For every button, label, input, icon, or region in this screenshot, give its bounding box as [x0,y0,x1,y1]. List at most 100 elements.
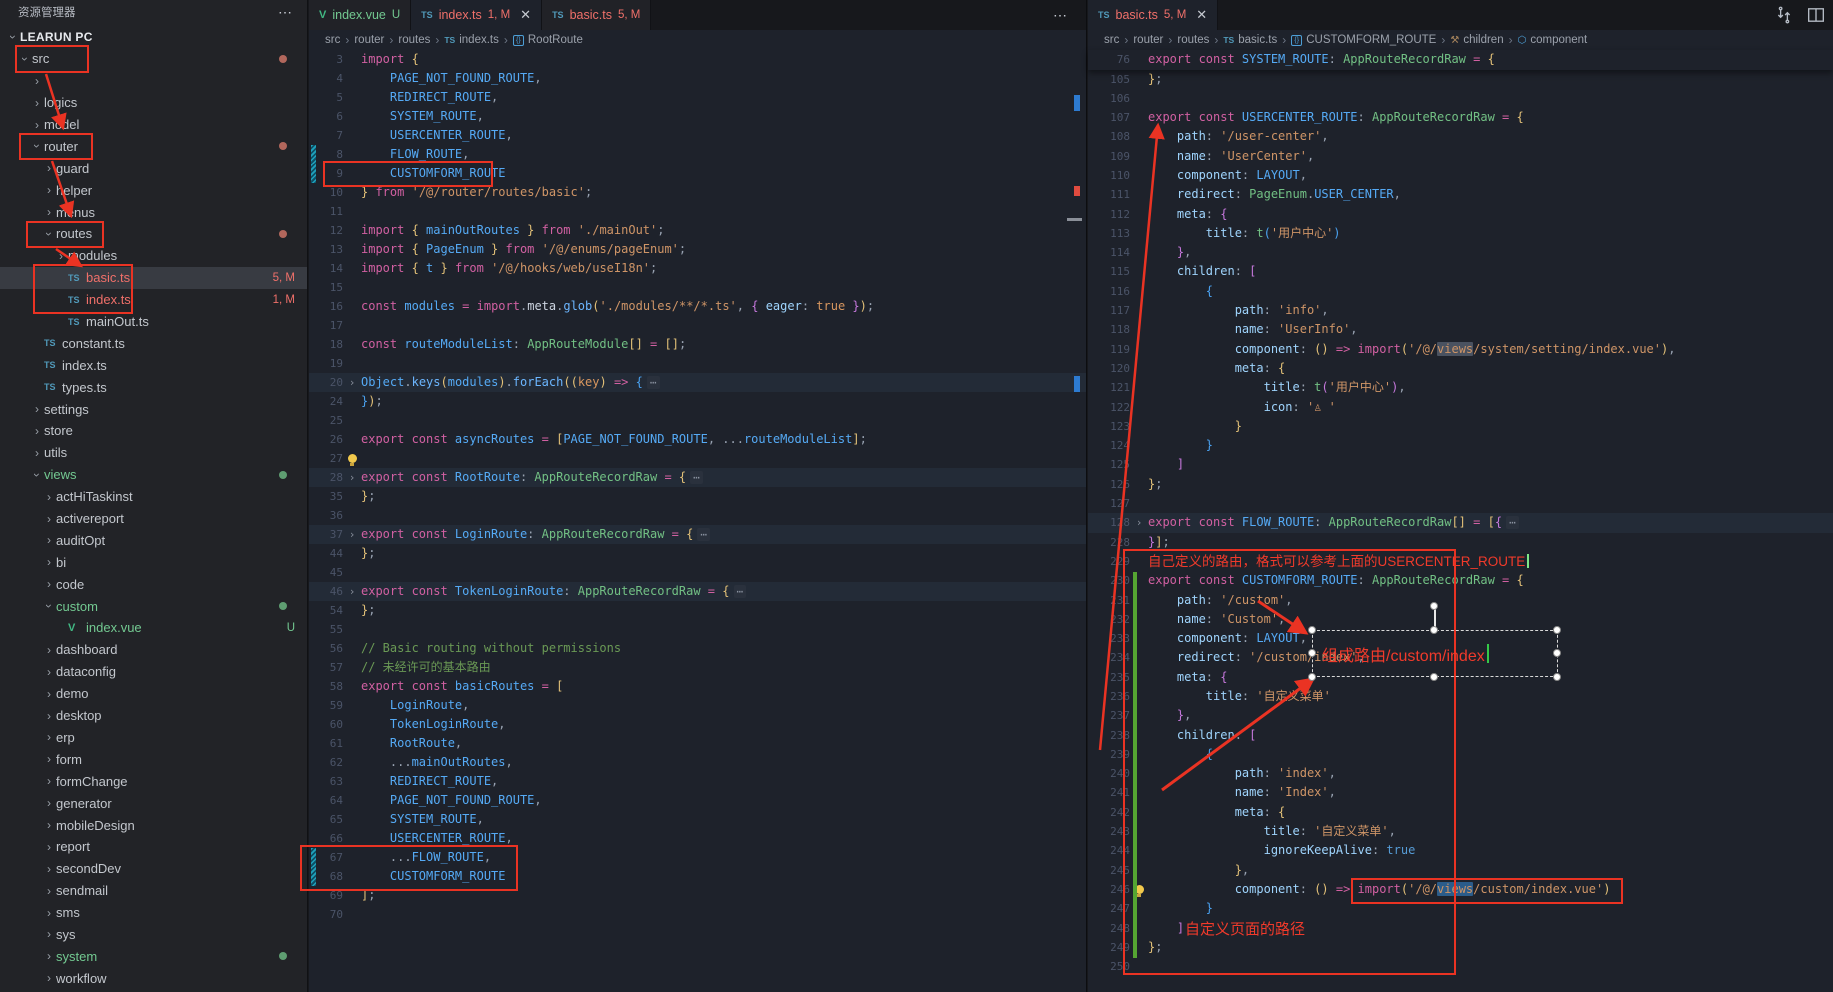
code-line-37[interactable]: 37›export const LoginRoute: AppRouteReco… [309,525,1086,544]
tree-item-router[interactable]: ›router [0,135,307,157]
code-line-118[interactable]: 118 name: 'UserInfo', [1088,320,1833,339]
code-line-240[interactable]: 240 path: 'index', [1088,764,1833,783]
tree-item-bi[interactable]: ›bi [0,551,307,573]
breadcrumb-item[interactable]: src [325,34,340,46]
code-line-64[interactable]: 64 PAGE_NOT_FOUND_ROUTE, [309,791,1086,810]
code-line-15[interactable]: 15 [309,278,1086,297]
code-line-116[interactable]: 116 { [1088,282,1833,301]
code-line-230[interactable]: 230export const CUSTOMFORM_ROUTE: AppRou… [1088,571,1833,590]
code-line-119[interactable]: 119 component: () => import('/@/views/sy… [1088,340,1833,359]
breadcrumb-item[interactable]: index.ts [459,34,499,46]
code-line-115[interactable]: 115 children: [ [1088,262,1833,281]
tree-item-secondDev[interactable]: ›secondDev [0,858,307,880]
tree-item-demo[interactable]: ›demo [0,683,307,705]
tree-item-basic.ts[interactable]: TSbasic.ts5, M [0,267,307,289]
editor-more-actions-button[interactable]: ⋯ [1053,0,1068,30]
tree-item-sms[interactable]: ›sms [0,902,307,924]
code-line-55[interactable]: 55 [309,620,1086,639]
code-line-241[interactable]: 241 name: 'Index', [1088,783,1833,802]
code-line-235[interactable]: 235 meta: { [1088,668,1833,687]
code-line-62[interactable]: 62 ...mainOutRoutes, [309,753,1086,772]
code-line-245[interactable]: 245 }, [1088,861,1833,880]
code-line-112[interactable]: 112 meta: { [1088,205,1833,224]
tree-item-src[interactable]: ›src [0,48,307,70]
tab-index.ts[interactable]: TSindex.ts1, M✕ [411,0,542,30]
tree-item-formChange[interactable]: ›formChange [0,770,307,792]
code-line-247[interactable]: 247 } [1088,899,1833,918]
breadcrumb-item[interactable]: CUSTOMFORM_ROUTE [1306,34,1436,46]
code-line-6[interactable]: 6 SYSTEM_ROUTE, [309,107,1086,126]
code-line-27[interactable]: 27 [309,449,1086,468]
tab-basic.ts[interactable]: TSbasic.ts5, M✕ [1088,0,1218,30]
code-line-128[interactable]: 128›export const FLOW_ROUTE: AppRouteRec… [1088,513,1833,532]
code-line-11[interactable]: 11 [309,202,1086,221]
code-line-113[interactable]: 113 title: t('用户中心') [1088,224,1833,243]
code-line-63[interactable]: 63 REDIRECT_ROUTE, [309,772,1086,791]
code-line-67[interactable]: 67 ...FLOW_ROUTE, [309,848,1086,867]
folded-code-ellipsis[interactable]: ⋯ [690,471,703,484]
code-line-25[interactable]: 25 [309,411,1086,430]
code-line-124[interactable]: 124 } [1088,436,1833,455]
tree-item-activereport[interactable]: ›activereport [0,508,307,530]
code-line-105[interactable]: 105}; [1088,70,1833,89]
code-line-20[interactable]: 20›Object.keys(modules).forEach((key) =>… [309,373,1086,392]
code-line-12[interactable]: 12import { mainOutRoutes } from './mainO… [309,221,1086,240]
code-line-237[interactable]: 237 }, [1088,706,1833,725]
code-line-120[interactable]: 120 meta: { [1088,359,1833,378]
folded-code-ellipsis[interactable]: ⋯ [647,376,660,389]
code-line-16[interactable]: 16const modules = import.meta.glob('./mo… [309,297,1086,316]
tree-item-form[interactable]: ›form [0,748,307,770]
tree-item-mobileDesign[interactable]: ›mobileDesign [0,814,307,836]
tree-item-dashboard[interactable]: ›dashboard [0,639,307,661]
tree-item-index.ts[interactable]: TSindex.ts [0,354,307,376]
code-line-232[interactable]: 232 name: 'Custom', [1088,610,1833,629]
tree-item-hidden[interactable]: › [0,70,307,92]
tree-item-workflow[interactable]: ›workflow [0,967,307,989]
code-line-17[interactable]: 17 [309,316,1086,335]
folded-code-ellipsis[interactable]: ⋯ [1506,516,1519,529]
code-line-246[interactable]: 246 component: () => import('/@/views/cu… [1088,880,1833,899]
code-line-61[interactable]: 61 RootRoute, [309,734,1086,753]
code-line-35[interactable]: 35}; [309,487,1086,506]
breadcrumb-item[interactable]: children [1463,34,1503,46]
code-line-106[interactable]: 106 [1088,89,1833,108]
code-line-110[interactable]: 110 component: LAYOUT, [1088,166,1833,185]
code-line-46[interactable]: 46›export const TokenLoginRoute: AppRout… [309,582,1086,601]
tree-item-generator[interactable]: ›generator [0,792,307,814]
tree-item-erp[interactable]: ›erp [0,727,307,749]
tree-item-actHiTaskinst[interactable]: ›actHiTaskinst [0,486,307,508]
code-line-109[interactable]: 109 name: 'UserCenter', [1088,147,1833,166]
code-line-107[interactable]: 107export const USERCENTER_ROUTE: AppRou… [1088,108,1833,127]
tree-item-logics[interactable]: ›logics [0,92,307,114]
fold-chevron-icon[interactable]: › [343,582,361,601]
tree-item-menus[interactable]: ›menus [0,201,307,223]
fold-chevron-icon[interactable]: › [343,468,361,487]
tree-item-system[interactable]: ›system [0,945,307,967]
code-line-57[interactable]: 57// 未经许可的基本路由 [309,658,1086,677]
tree-item-routes[interactable]: ›routes [0,223,307,245]
code-line-7[interactable]: 7 USERCENTER_ROUTE, [309,126,1086,145]
tree-item-desktop[interactable]: ›desktop [0,705,307,727]
code-line-228[interactable]: 228}]; [1088,533,1833,552]
code-line-8[interactable]: 8 FLOW_ROUTE, [309,145,1086,164]
code-line-242[interactable]: 242 meta: { [1088,803,1833,822]
tree-item-types.ts[interactable]: TStypes.ts [0,376,307,398]
tree-item-modules[interactable]: ›modules [0,245,307,267]
fold-chevron-icon[interactable]: › [343,525,361,544]
code-line-108[interactable]: 108 path: '/user-center', [1088,127,1833,146]
code-line-243[interactable]: 243 title: '自定义菜单', [1088,822,1833,841]
code-line-9[interactable]: 9 CUSTOMFORM_ROUTE [309,164,1086,183]
tree-item-custom[interactable]: ›custom [0,595,307,617]
tab-basic.ts[interactable]: TSbasic.ts5, M [542,0,651,30]
code-line-56[interactable]: 56// Basic routing without permissions [309,639,1086,658]
code-line-68[interactable]: 68 CUSTOMFORM_ROUTE [309,867,1086,886]
code-line-76[interactable]: 76export const SYSTEM_ROUTE: AppRouteRec… [1088,50,1833,69]
split-editor-icon[interactable] [1807,6,1825,24]
code-line-36[interactable]: 36 [309,506,1086,525]
tree-item-index.ts[interactable]: TSindex.ts1, M [0,289,307,311]
tree-item-guard[interactable]: ›guard [0,157,307,179]
tree-item-sendmail[interactable]: ›sendmail [0,880,307,902]
code-line-122[interactable]: 122 icon: '♙ ' [1088,398,1833,417]
tree-item-store[interactable]: ›store [0,420,307,442]
scrollbar-handle[interactable] [1067,218,1082,221]
